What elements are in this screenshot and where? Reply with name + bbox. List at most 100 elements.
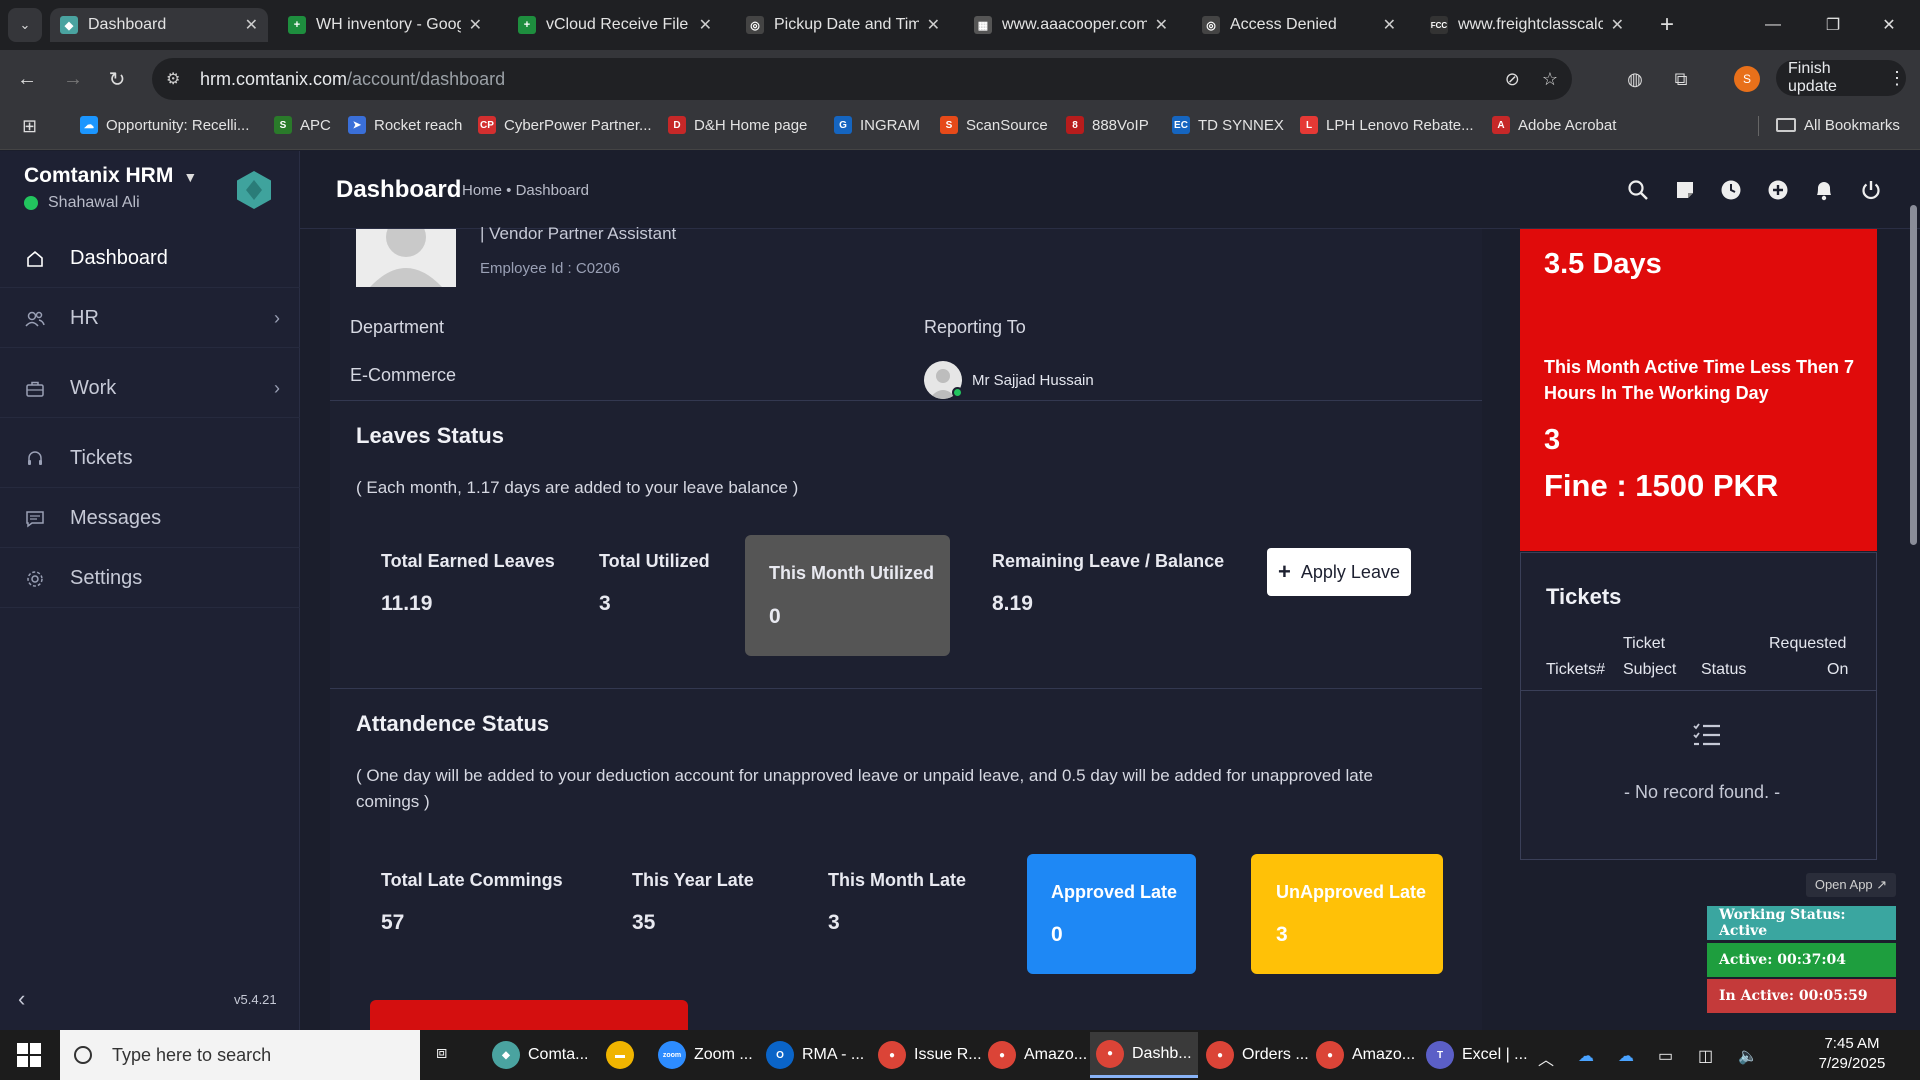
- bookmark-favicon-icon: S: [940, 116, 958, 134]
- taskbar-app[interactable]: ● Orders ...: [1200, 1032, 1315, 1078]
- collapse-sidebar-button[interactable]: ‹: [18, 986, 25, 1012]
- taskbar-app[interactable]: ▬: [600, 1032, 648, 1078]
- browser-tab[interactable]: ◎ Pickup Date and Tim ✕: [736, 8, 950, 42]
- bookmark-item[interactable]: S ScanSource: [940, 112, 1048, 138]
- taskbar-app[interactable]: ● Amazo...: [982, 1032, 1093, 1078]
- taskbar-clock[interactable]: 7:45 AM 7/29/2025: [1810, 1034, 1894, 1074]
- add-circle-icon[interactable]: [1764, 176, 1792, 204]
- bookmark-item[interactable]: ☁ Opportunity: Recelli...: [80, 112, 249, 138]
- extensions-icon[interactable]: ⧉: [1666, 64, 1696, 94]
- notes-icon[interactable]: [1671, 176, 1699, 204]
- taskbar-app[interactable]: T Excel | ...: [1420, 1032, 1534, 1078]
- chevron-up-icon[interactable]: ︿: [1538, 1046, 1554, 1070]
- employee-id: Employee Id : C0206: [480, 260, 621, 277]
- search-icon[interactable]: [1624, 176, 1652, 204]
- close-tab-icon[interactable]: ✕: [699, 15, 712, 35]
- close-tab-icon[interactable]: ✕: [1383, 15, 1396, 35]
- onedrive-icon[interactable]: ☁: [1578, 1046, 1594, 1066]
- clock-icon[interactable]: [1717, 176, 1745, 204]
- maximize-button[interactable]: ❐: [1810, 10, 1856, 40]
- new-tab-button[interactable]: +: [1652, 8, 1682, 42]
- sidebar-item-dashboard[interactable]: Dashboard: [0, 230, 300, 288]
- battery-icon[interactable]: ▭: [1658, 1046, 1673, 1066]
- bookmark-item[interactable]: A Adobe Acrobat: [1492, 112, 1616, 138]
- bookmark-item[interactable]: G INGRAM: [834, 112, 920, 138]
- translate-icon[interactable]: ◍: [1620, 64, 1650, 94]
- close-window-button[interactable]: ✕: [1866, 10, 1912, 40]
- headset-icon: [24, 448, 46, 470]
- bookmark-item[interactable]: D D&H Home page: [668, 112, 807, 138]
- bookmark-favicon-icon: CP: [478, 116, 496, 134]
- bookmark-item[interactable]: 8 888VoIP: [1066, 112, 1149, 138]
- page-scrollbar[interactable]: [1910, 205, 1917, 545]
- tab-search-button[interactable]: ⌄: [8, 8, 42, 42]
- taskbar-app[interactable]: O RMA - ...: [760, 1032, 870, 1078]
- taskbar-search-input[interactable]: Type here to search: [60, 1030, 420, 1080]
- tickets-header-divider: [1521, 690, 1876, 691]
- breadcrumb[interactable]: Home • Dashboard: [462, 182, 589, 199]
- finish-update-button[interactable]: Finish update ⋮: [1776, 60, 1906, 96]
- eye-off-icon[interactable]: ⊘: [1505, 69, 1520, 90]
- users-icon: [24, 308, 46, 330]
- close-tab-icon[interactable]: ✕: [1611, 15, 1624, 35]
- profile-avatar[interactable]: S: [1734, 66, 1760, 92]
- minimize-button[interactable]: —: [1750, 10, 1796, 40]
- brand-switcher[interactable]: Comtanix HRM ▼: [24, 164, 197, 188]
- tab-title: WH inventory - Goog: [316, 16, 461, 33]
- windows-start-icon[interactable]: [14, 1040, 44, 1070]
- chevron-right-icon: ›: [274, 378, 280, 398]
- sidebar-item-work[interactable]: Work ›: [0, 360, 300, 418]
- forward-button[interactable]: →: [56, 62, 90, 96]
- browser-tab[interactable]: ◎ Access Denied ✕: [1192, 8, 1406, 42]
- close-tab-icon[interactable]: ✕: [469, 15, 482, 35]
- browser-tab[interactable]: FCC www.freightclasscalc ✕: [1420, 8, 1634, 42]
- apps-grid-icon[interactable]: ⊞: [22, 116, 46, 140]
- browser-tab[interactable]: + WH inventory - Goog ✕: [278, 8, 492, 42]
- bookmark-item[interactable]: L LPH Lenovo Rebate...: [1300, 112, 1474, 138]
- browser-tab[interactable]: ▦ www.aaacooper.com ✕: [964, 8, 1178, 42]
- bookmarks-divider: [1758, 116, 1759, 136]
- all-bookmarks-button[interactable]: All Bookmarks: [1776, 112, 1900, 138]
- section-divider: [330, 400, 1482, 401]
- bookmark-item[interactable]: ➤ Rocket reach: [348, 112, 462, 138]
- col-ticket-subject-line1: Ticket: [1623, 635, 1666, 652]
- tab-favicon-icon: FCC: [1430, 16, 1448, 34]
- back-button[interactable]: ←: [10, 62, 44, 96]
- taskbar-app-icon: T: [1426, 1041, 1454, 1069]
- sidebar-item-hr[interactable]: HR ›: [0, 290, 300, 348]
- taskbar-app[interactable]: ◆ Comta...: [486, 1032, 594, 1078]
- taskbar-app[interactable]: ● Amazo...: [1310, 1032, 1421, 1078]
- browser-tab[interactable]: + vCloud Receive File - ✕: [508, 8, 722, 42]
- page-title: Dashboard: [336, 176, 462, 203]
- close-tab-icon[interactable]: ✕: [927, 15, 940, 35]
- sidebar-item-settings[interactable]: Settings: [0, 550, 300, 608]
- reload-button[interactable]: ↻: [100, 62, 134, 96]
- bookmark-item[interactable]: EC TD SYNNEX: [1172, 112, 1284, 138]
- close-tab-icon[interactable]: ✕: [1155, 15, 1168, 35]
- power-icon[interactable]: [1857, 176, 1885, 204]
- volume-icon[interactable]: 🔈: [1738, 1046, 1758, 1066]
- total-earned-leaves-value: 11.19: [381, 592, 433, 615]
- taskbar-app[interactable]: ● Issue R...: [872, 1032, 988, 1078]
- taskbar-app[interactable]: zoom Zoom ...: [652, 1032, 759, 1078]
- leaves-note: ( Each month, 1.17 days are added to you…: [356, 478, 799, 497]
- section-divider: [330, 688, 1482, 689]
- bookmark-star-icon[interactable]: ☆: [1542, 69, 1558, 90]
- bookmark-item[interactable]: CP CyberPower Partner...: [478, 112, 652, 138]
- bookmark-item[interactable]: S APC: [274, 112, 331, 138]
- address-bar[interactable]: ⚙ hrm.comtanix.com/account/dashboard ⊘ ☆: [152, 58, 1572, 100]
- site-info-icon[interactable]: ⚙: [166, 69, 190, 89]
- onedrive-icon[interactable]: ☁: [1618, 1046, 1634, 1066]
- close-tab-icon[interactable]: ✕: [245, 15, 258, 35]
- browser-tab[interactable]: ◆ Dashboard ✕: [50, 8, 268, 42]
- sidebar-item-messages[interactable]: Messages: [0, 490, 300, 548]
- task-view-icon[interactable]: ⧈: [436, 1042, 462, 1068]
- network-icon[interactable]: ◫: [1698, 1046, 1713, 1066]
- open-app-button[interactable]: Open App ↗: [1806, 873, 1896, 897]
- sidebar-item-tickets[interactable]: Tickets: [0, 430, 300, 488]
- taskbar-app[interactable]: ● Dashb...: [1090, 1032, 1198, 1078]
- tab-favicon-icon: ◆: [60, 16, 78, 34]
- apply-leave-button[interactable]: + Apply Leave: [1267, 548, 1411, 596]
- taskbar-app-icon: ●: [878, 1041, 906, 1069]
- bell-icon[interactable]: [1810, 176, 1838, 204]
